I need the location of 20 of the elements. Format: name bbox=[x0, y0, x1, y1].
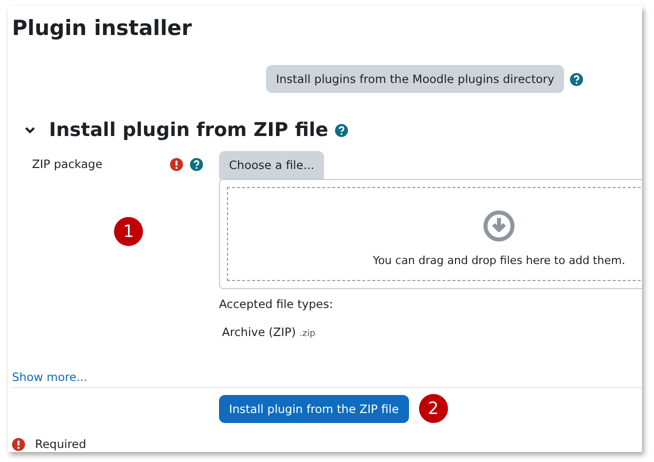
choose-file-button[interactable]: Choose a file... bbox=[219, 151, 324, 179]
show-more-link[interactable]: Show more... bbox=[12, 370, 88, 384]
accepted-label: Accepted file types: bbox=[219, 297, 334, 311]
chevron-icon[interactable] bbox=[24, 124, 36, 136]
help-icon[interactable] bbox=[335, 124, 348, 136]
drop-zone[interactable]: You can drag and drop files here to add them. bbox=[219, 179, 642, 289]
file-extension: .zip bbox=[300, 329, 316, 339]
drop-hint: You can drag and drop files here to add them. bbox=[372, 254, 626, 266]
directory-button[interactable]: Install plugins from the Moodle plugins directory bbox=[266, 65, 564, 93]
help-icon[interactable] bbox=[570, 72, 584, 86]
install-button[interactable]: Install plugin from the ZIP file bbox=[219, 394, 409, 422]
required-note: Required bbox=[35, 437, 86, 451]
field-label: ZIP package bbox=[32, 157, 104, 171]
callout-badge: 2 bbox=[418, 394, 448, 423]
callout-badge: 1 bbox=[114, 217, 143, 246]
section-title[interactable]: Install plugin from ZIP file bbox=[49, 119, 328, 141]
page-title: Plugin installer bbox=[12, 15, 193, 42]
file-type-name: Archive (ZIP) bbox=[222, 325, 296, 339]
help-icon[interactable] bbox=[190, 158, 203, 170]
download-icon bbox=[483, 210, 515, 242]
